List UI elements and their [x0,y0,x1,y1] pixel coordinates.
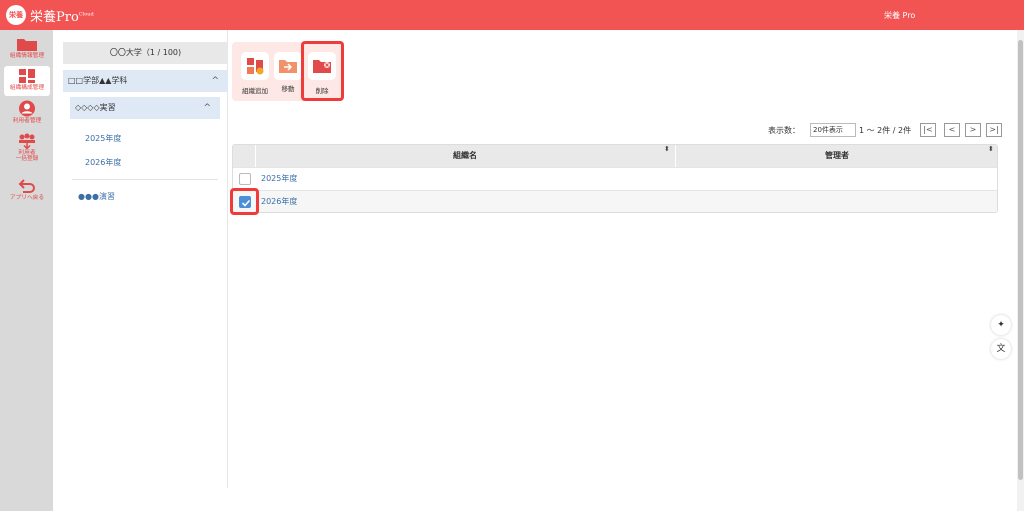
folder-icon [17,39,37,51]
tree-root-university[interactable]: 〇〇大学（1 / 100) [63,42,228,64]
organization-table: 組織名 ⬍ 管理者 ⬍ 2025年度 2026年度 [232,144,998,213]
first-page-button[interactable]: |< [920,123,936,137]
page-size-select[interactable]: 20件表示 [810,123,856,137]
add-org-icon [241,52,269,80]
move-folder-icon [274,52,302,80]
page-scrollbar[interactable] [1017,30,1024,511]
tree-divider [72,179,218,180]
logo-badge: 栄養 [6,5,26,25]
sort-icon[interactable]: ⬍ [988,145,994,153]
tree-node-seminar[interactable]: ●●●演習 [78,191,115,202]
chevron-up-icon[interactable]: ^ [203,97,211,119]
nav-user-management[interactable]: 利用者管理 [4,98,50,128]
app-logo[interactable]: 栄養 栄養ProCloud [6,5,94,25]
nav-back-to-app[interactable]: アプリへ戻る [4,176,50,206]
nav-organization-info[interactable]: 組織情報管理 [4,34,50,64]
tree-node-department[interactable]: □□学部▲▲学科 ^ [63,70,228,92]
column-header-name[interactable]: 組織名 [255,145,675,167]
nav-user-bulk-register[interactable]: 利用者 一括登録 [4,131,50,165]
move-button[interactable]: 移動 [274,52,302,93]
sort-icon[interactable]: ⬍ [664,145,670,153]
table-row[interactable]: 2025年度 [233,167,997,190]
users-upload-icon [19,133,35,149]
tree-leaf-2026[interactable]: 2026年度 [85,157,121,168]
record-count: 1 〜 2件 / 2件 [859,126,912,135]
add-organization-button[interactable]: 組織追加 [240,52,270,95]
column-header-manager[interactable]: 管理者 [675,145,997,167]
user-icon [19,100,35,117]
layout-icon [19,69,35,83]
nav-organization-structure[interactable]: 組織構成管理 [4,66,50,96]
last-page-button[interactable]: >| [986,123,1002,137]
row-checkbox[interactable] [239,173,251,185]
translate-icon[interactable]: 文 [991,339,1011,359]
app-header: 栄養 栄養ProCloud 栄養 Pro [0,0,1024,30]
table-header: 組織名 ⬍ 管理者 ⬍ [233,145,997,167]
logo-text: 栄養ProCloud [30,9,94,25]
side-nav: 組織情報管理 組織構成管理 利用者管理 利用者 一括登録 アプリへ戻る [0,30,53,511]
row-name[interactable]: 2026年度 [261,191,297,212]
chevron-up-icon[interactable]: ^ [211,70,219,92]
delete-button-highlight [301,41,344,101]
next-page-button[interactable]: > [965,123,981,137]
table-row[interactable]: 2026年度 [233,190,997,212]
checkbox-highlight [230,188,259,215]
row-name[interactable]: 2025年度 [261,168,297,190]
sparkle-icon[interactable]: ✦ [991,315,1011,335]
back-arrow-icon [18,179,35,193]
tree-leaf-2025[interactable]: 2025年度 [85,133,121,144]
prev-page-button[interactable]: < [944,123,960,137]
user-name[interactable]: 栄養 Pro [884,10,915,21]
tree-node-practicum[interactable]: ◇◇◇◇実習 ^ [70,97,220,119]
